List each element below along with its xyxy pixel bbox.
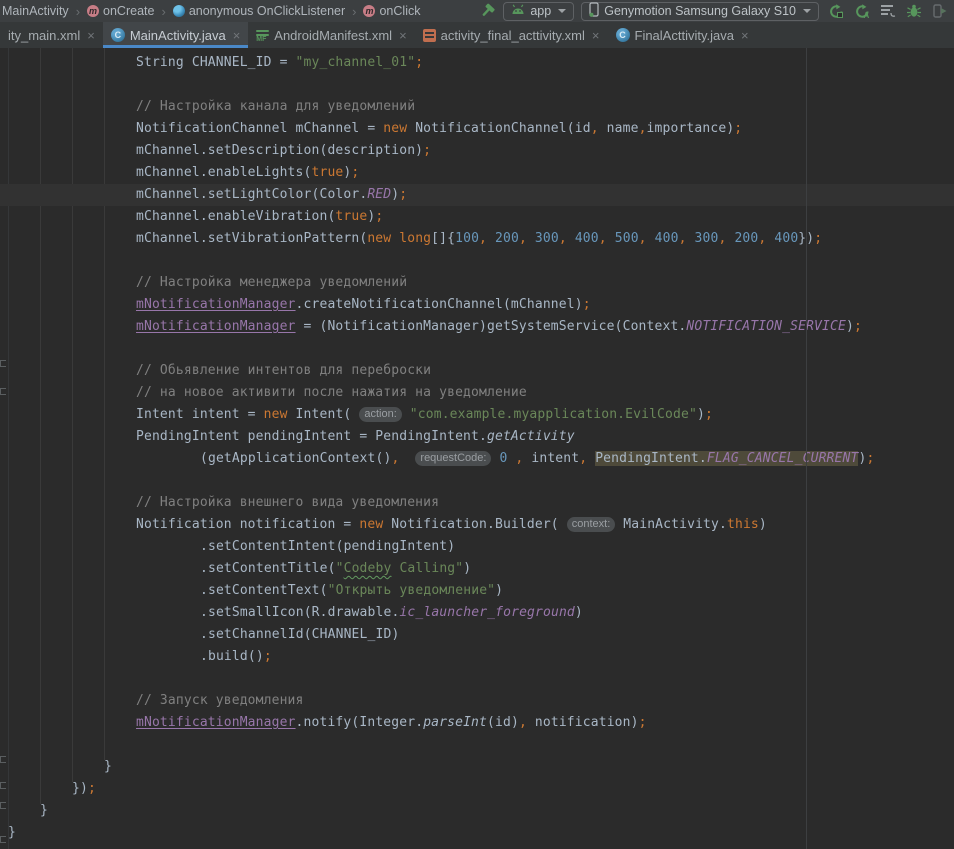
manifest-file-icon: MF	[256, 29, 269, 42]
code-line	[0, 338, 954, 360]
code-line: // Настройка канала для уведомлений	[0, 96, 954, 118]
profiler-icon[interactable]	[878, 2, 898, 20]
code-line	[0, 250, 954, 272]
breadcrumb-item[interactable]: anonymous OnClickListener	[173, 4, 364, 19]
editor-tab-bar: ity_main.xml × C MainActivity.java × MF Androi…	[0, 22, 954, 48]
android-head-icon	[511, 4, 525, 18]
code-line	[0, 470, 954, 492]
device-label: Genymotion Samsung Galaxy S10	[604, 4, 796, 18]
java-class-icon: C	[616, 28, 630, 42]
code-line: mChannel.setLightColor(Color.RED);	[0, 184, 954, 206]
build-hammer-icon[interactable]	[478, 2, 496, 20]
code-line: .setSmallIcon(R.drawable.ic_launcher_for…	[0, 602, 954, 624]
code-area: String CHANNEL_ID = "my_channel_01"; // …	[0, 48, 954, 844]
fold-marker[interactable]	[0, 360, 6, 367]
anonymous-class-icon	[173, 5, 185, 17]
method-icon: m	[87, 5, 99, 17]
breadcrumb: MainActivity m onCreate anonymous OnClickLi…	[2, 4, 420, 19]
breadcrumb-label: onCreate	[103, 4, 154, 18]
phone-icon	[589, 2, 599, 20]
navigation-bar: MainActivity m onCreate anonymous OnClickLi…	[0, 0, 954, 22]
fold-marker[interactable]	[0, 802, 6, 809]
code-line: (getApplicationContext(), requestCode: 0…	[0, 448, 954, 470]
ide-window: MainActivity m onCreate anonymous OnClickLi…	[0, 0, 954, 849]
code-line: mChannel.setVibrationPattern(new long[]{…	[0, 228, 954, 250]
code-line: Notification notification = new Notifica…	[0, 514, 954, 536]
code-line: String CHANNEL_ID = "my_channel_01";	[0, 52, 954, 74]
code-line: .setContentTitle("Codeby Calling")	[0, 558, 954, 580]
breadcrumb-label: anonymous OnClickListener	[189, 4, 345, 18]
fold-marker[interactable]	[0, 836, 6, 843]
fold-marker[interactable]	[0, 756, 6, 763]
close-tab-icon[interactable]: ×	[87, 29, 95, 42]
code-line: // Запуск уведомления	[0, 690, 954, 712]
code-line: .setContentText("Открыть уведомление")	[0, 580, 954, 602]
code-line: // Настройка внешнего вида уведомления	[0, 492, 954, 514]
tab-label: AndroidManifest.xml	[274, 28, 392, 43]
tab-activity-final-acttivity-xml[interactable]: activity_final_acttivity.xml ×	[415, 22, 608, 48]
code-line: // Настройка менеджера уведомлений	[0, 272, 954, 294]
code-line: mChannel.enableLights(true);	[0, 162, 954, 184]
chevron-down-icon	[803, 9, 811, 13]
fold-marker[interactable]	[0, 782, 6, 789]
code-line: PendingIntent pendingIntent = PendingInt…	[0, 426, 954, 448]
code-line: mNotificationManager.createNotificationC…	[0, 294, 954, 316]
tab-label: activity_final_acttivity.xml	[441, 28, 585, 43]
code-line: }	[0, 756, 954, 778]
close-tab-icon[interactable]: ×	[399, 29, 407, 42]
close-tab-icon[interactable]: ×	[741, 29, 749, 42]
code-line: mNotificationManager.notify(Integer.pars…	[0, 712, 954, 734]
code-line: .setContentIntent(pendingIntent)	[0, 536, 954, 558]
code-line: }	[0, 800, 954, 822]
tab-label: MainActivity.java	[130, 28, 226, 43]
xml-file-icon	[423, 29, 436, 42]
chevron-down-icon	[558, 9, 566, 13]
breadcrumb-item[interactable]: m onCreate	[87, 4, 173, 19]
svg-text:A: A	[863, 11, 869, 20]
attach-debugger-icon[interactable]	[930, 2, 950, 20]
tab-label: FinalActtivity.java	[635, 28, 734, 43]
tab-androidmanifest-xml[interactable]: MF AndroidManifest.xml ×	[248, 22, 414, 48]
code-line: mNotificationManager = (NotificationMana…	[0, 316, 954, 338]
run-configuration-label: app	[530, 4, 551, 18]
device-selector[interactable]: Genymotion Samsung Galaxy S10	[581, 2, 819, 21]
run-configuration-selector[interactable]: app	[503, 2, 574, 21]
code-line	[0, 734, 954, 756]
code-line: .setChannelId(CHANNEL_ID)	[0, 624, 954, 646]
code-line	[0, 74, 954, 96]
tab-ity-main-xml[interactable]: ity_main.xml ×	[0, 22, 103, 48]
action-icons: A	[826, 2, 950, 20]
code-editor[interactable]: String CHANNEL_ID = "my_channel_01"; // …	[0, 48, 954, 849]
code-line: Intent intent = new Intent( action: "com…	[0, 404, 954, 426]
rerun-icon[interactable]	[826, 2, 846, 20]
tab-mainactivity-java[interactable]: C MainActivity.java ×	[103, 22, 248, 48]
breadcrumb-label: onClick	[379, 4, 420, 18]
close-tab-icon[interactable]: ×	[233, 29, 241, 42]
tab-finalacttivity-java[interactable]: C FinalActtivity.java ×	[608, 22, 757, 48]
code-line: mChannel.setDescription(description);	[0, 140, 954, 162]
code-line: }	[0, 822, 954, 844]
close-tab-icon[interactable]: ×	[592, 29, 600, 42]
apply-code-changes-icon[interactable]: A	[852, 2, 872, 20]
code-line: .build();	[0, 646, 954, 668]
code-line: });	[0, 778, 954, 800]
code-line: // на новое активити после нажатия на ув…	[0, 382, 954, 404]
method-icon: m	[363, 5, 375, 17]
code-line: mChannel.enableVibration(true);	[0, 206, 954, 228]
code-line: // Обьявление интентов для переброски	[0, 360, 954, 382]
breadcrumb-label: MainActivity	[2, 4, 69, 18]
breadcrumb-item[interactable]: MainActivity	[2, 4, 87, 19]
fold-marker[interactable]	[0, 388, 6, 395]
breadcrumb-item[interactable]: m onClick	[363, 4, 420, 18]
tab-label: ity_main.xml	[8, 28, 80, 43]
java-class-icon: C	[111, 28, 125, 42]
debug-icon[interactable]	[904, 2, 924, 20]
run-toolbar: app Genymotion Samsung Galaxy S10 A	[478, 2, 950, 21]
code-line	[0, 668, 954, 690]
code-line: NotificationChannel mChannel = new Notif…	[0, 118, 954, 140]
